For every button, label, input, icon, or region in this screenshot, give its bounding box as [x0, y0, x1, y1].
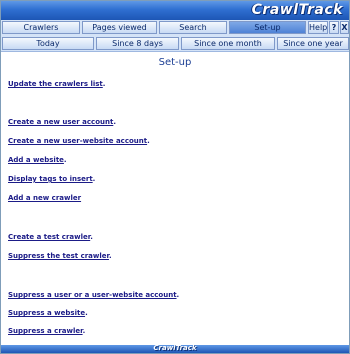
- period-since-8-days[interactable]: Since 8 days: [96, 37, 179, 50]
- period-today[interactable]: Today: [2, 37, 94, 50]
- page-title: Set-up: [158, 57, 192, 68]
- app-frame: CrawlTrack Crawlers Pages viewed Search …: [0, 0, 350, 354]
- create-test-crawler-link[interactable]: Create a test crawler.: [8, 233, 93, 241]
- period-since-one-month[interactable]: Since one month: [181, 37, 275, 50]
- add-crawler-link[interactable]: Add a new crawler: [8, 194, 81, 202]
- tab-setup[interactable]: Set-up: [229, 21, 306, 34]
- footer-bar: CrawlTrack: [1, 344, 349, 353]
- suppress-website-link[interactable]: Suppress a website.: [8, 309, 88, 317]
- crawltrack-logo: CrawlTrack: [251, 2, 343, 18]
- tab-search[interactable]: Search: [159, 21, 227, 34]
- period-nav: Today Since 8 days Since one month Since…: [1, 36, 349, 52]
- period-since-one-year[interactable]: Since one year: [277, 37, 349, 50]
- add-website-link[interactable]: Add a website.: [8, 156, 67, 164]
- tab-crawlers[interactable]: Crawlers: [2, 21, 80, 34]
- tab-pages-viewed[interactable]: Pages viewed: [82, 21, 157, 34]
- main-nav: Crawlers Pages viewed Search Set-up Help…: [1, 20, 349, 36]
- footer-logo: CrawlTrack: [153, 344, 197, 352]
- create-user-website-account-link[interactable]: Create a new user-website account.: [8, 137, 150, 145]
- question-icon[interactable]: ?: [329, 21, 339, 34]
- header-bar: CrawlTrack: [1, 1, 349, 20]
- suppress-crawler-link[interactable]: Suppress a crawler.: [8, 327, 85, 335]
- tab-help[interactable]: Help: [308, 21, 328, 34]
- create-user-account-link[interactable]: Create a new user account.: [8, 118, 116, 126]
- close-icon[interactable]: X: [340, 21, 349, 34]
- display-tags-link[interactable]: Display tags to insert.: [8, 175, 95, 183]
- suppress-user-account-link[interactable]: Suppress a user or a user-website accoun…: [8, 291, 179, 299]
- suppress-test-crawler-link[interactable]: Suppress the test crawler.: [8, 252, 112, 260]
- update-crawlers-link[interactable]: Update the crawlers list.: [8, 80, 105, 88]
